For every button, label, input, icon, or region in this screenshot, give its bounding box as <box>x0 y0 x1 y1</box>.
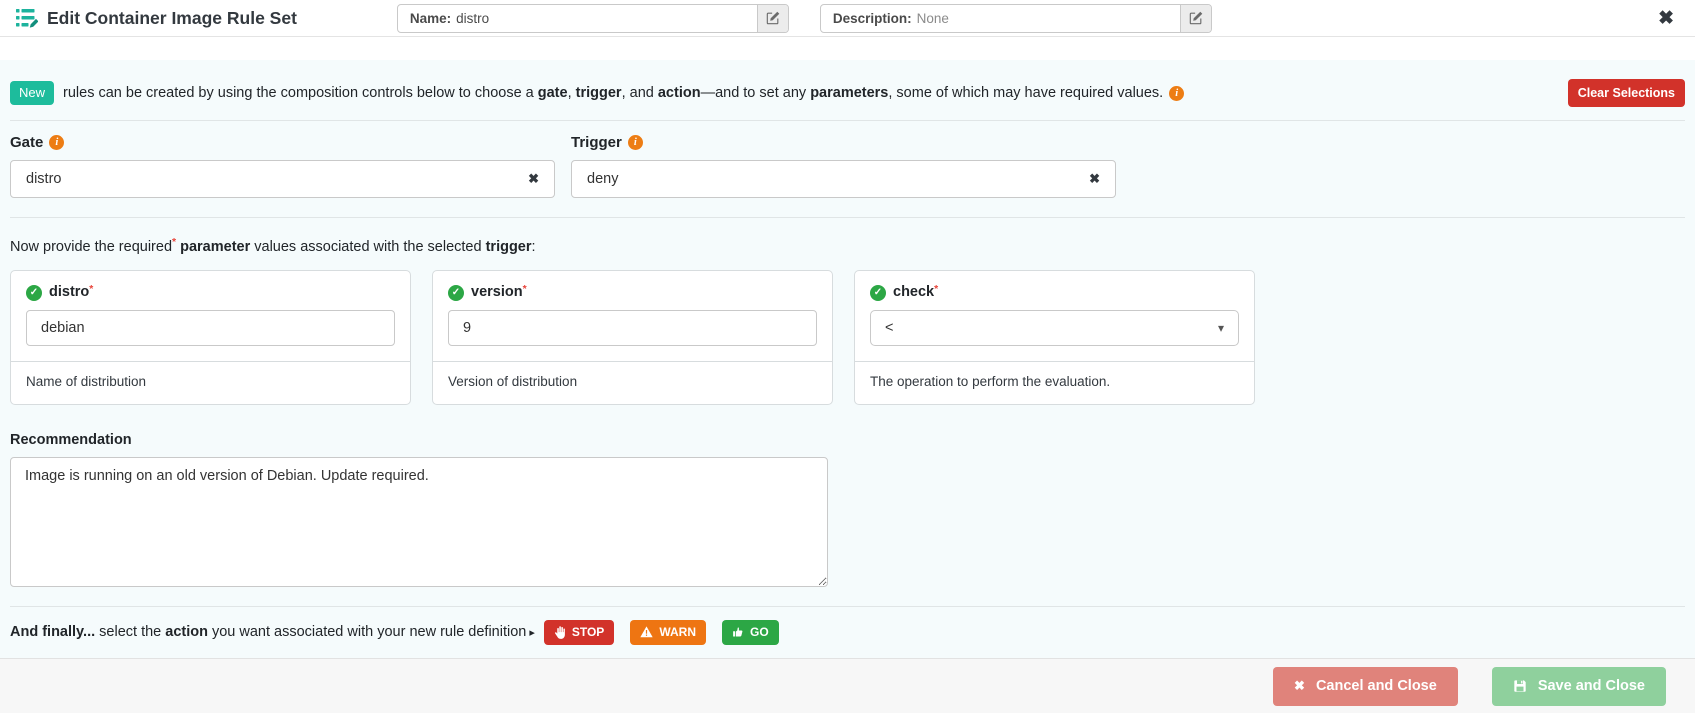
rule-set-edit-icon <box>16 8 38 28</box>
page-title: Edit Container Image Rule Set <box>47 7 297 28</box>
trigger-input[interactable]: deny ✖ <box>571 160 1116 198</box>
rule-set-name-field[interactable]: Name: distro <box>396 3 789 33</box>
parameter-label: distro <box>49 283 90 300</box>
required-asterisk: * <box>934 283 939 295</box>
gate-trigger-row: Gate i distro ✖ Trigger i deny ✖ <box>10 134 1685 198</box>
info-icon[interactable]: i <box>627 135 643 150</box>
cancel-label: Cancel and Close <box>1315 678 1437 694</box>
parameters-intro: Now provide the required* parameter valu… <box>10 237 536 255</box>
trigger-section: Trigger i deny ✖ <box>571 134 1116 198</box>
divider <box>10 605 1685 607</box>
parameter-distro-input[interactable]: debian <box>26 309 395 346</box>
check-circle-icon: ✓ <box>448 284 464 301</box>
parameter-header: ✓ version * <box>448 284 817 301</box>
modal-header: Edit Container Image Rule Set Name: dist… <box>0 0 1695 37</box>
parameter-card-distro: ✓ distro * debian Name of distribution <box>10 269 411 405</box>
action-row: And finally... select the action you wan… <box>10 619 1685 645</box>
go-label: GO <box>750 625 769 640</box>
new-badge: New <box>10 81 55 105</box>
card-body: ✓ version * 9 <box>433 271 832 361</box>
instructions-text: rules can be created by using the compos… <box>63 85 1164 101</box>
parameter-label: version <box>471 283 523 300</box>
name-label: Name: <box>409 10 452 26</box>
instructions-banner: New rules can be created by using the co… <box>10 70 1685 120</box>
modal-footer: ✖ Cancel and Close Save and Close <box>0 658 1695 713</box>
parameter-cards: ✓ distro * debian Name of distribution ✓… <box>10 269 1685 405</box>
trigger-label-row: Trigger i <box>571 134 1116 151</box>
gate-label-row: Gate i <box>10 134 555 151</box>
divider <box>10 120 1685 121</box>
check-circle-icon: ✓ <box>26 284 42 301</box>
hand-stop-icon <box>554 626 566 639</box>
rule-editor-panel: New rules can be created by using the co… <box>0 60 1695 658</box>
action-go-button[interactable]: GO <box>722 619 779 645</box>
description-value: None <box>916 10 949 26</box>
rule-set-description-field[interactable]: Description: None <box>819 3 1212 33</box>
parameter-label: check <box>893 283 935 300</box>
edit-name-button[interactable] <box>756 4 788 32</box>
parameter-card-check: ✓ check * < ▾ The operation to perform t… <box>854 269 1255 405</box>
card-body: ✓ distro * debian <box>11 271 410 361</box>
name-value: distro <box>456 10 490 26</box>
rule-set-description-text: Description: None <box>821 5 1180 32</box>
parameter-description: Version of distribution <box>433 360 832 404</box>
trigger-value: deny <box>587 171 619 187</box>
parameter-value: 9 <box>463 319 472 336</box>
save-and-close-button[interactable]: Save and Close <box>1491 666 1666 706</box>
parameter-value: debian <box>41 319 85 336</box>
parameter-description: The operation to perform the evaluation. <box>855 360 1254 404</box>
save-icon <box>1513 679 1527 693</box>
caret-right-icon: ▸ <box>529 626 535 639</box>
selected-option: < <box>885 319 894 336</box>
parameter-card-version: ✓ version * 9 Version of distribution <box>432 269 833 405</box>
rule-set-name-text: Name: distro <box>398 5 757 32</box>
clear-trigger-icon[interactable]: ✖ <box>1089 171 1100 187</box>
info-icon[interactable]: i <box>49 135 65 150</box>
gate-input[interactable]: distro ✖ <box>10 160 555 198</box>
close-icon[interactable]: ✖ <box>1658 9 1674 28</box>
description-label: Description: <box>832 10 912 26</box>
gate-label: Gate <box>10 134 44 151</box>
save-label: Save and Close <box>1537 678 1645 694</box>
card-body: ✓ check * < ▾ <box>855 271 1254 361</box>
recommendation-textarea[interactable]: Image is running on an old version of De… <box>10 456 828 587</box>
gate-value: distro <box>26 171 62 187</box>
info-icon[interactable]: i <box>1169 85 1185 101</box>
check-circle-icon: ✓ <box>870 284 886 301</box>
parameter-version-input[interactable]: 9 <box>448 309 817 346</box>
warning-icon <box>640 626 653 638</box>
gate-section: Gate i distro ✖ <box>10 134 555 198</box>
edit-icon <box>766 11 780 25</box>
close-icon: ✖ <box>1294 678 1305 693</box>
warn-label: WARN <box>659 625 696 640</box>
clear-selections-button[interactable]: Clear Selections <box>1567 79 1685 107</box>
cancel-and-close-button[interactable]: ✖ Cancel and Close <box>1273 666 1458 706</box>
parameter-header: ✓ check * <box>870 284 1239 301</box>
action-warn-button[interactable]: WARN <box>630 619 706 645</box>
required-asterisk: * <box>89 283 94 295</box>
clear-gate-icon[interactable]: ✖ <box>528 171 539 187</box>
divider <box>10 217 1685 218</box>
parameter-check-select[interactable]: < ▾ <box>870 309 1239 346</box>
stop-label: STOP <box>571 625 605 640</box>
action-stop-button[interactable]: STOP <box>543 619 615 645</box>
thumbs-up-icon <box>732 626 744 638</box>
parameter-header: ✓ distro * <box>26 284 395 301</box>
trigger-label: Trigger <box>571 134 622 151</box>
edit-icon <box>1189 11 1203 25</box>
edit-description-button[interactable] <box>1179 4 1211 32</box>
action-intro: And finally... select the action you wan… <box>10 624 527 641</box>
recommendation-label: Recommendation <box>10 431 132 448</box>
required-asterisk: * <box>522 283 527 295</box>
chevron-down-icon: ▾ <box>1217 320 1224 335</box>
parameter-description: Name of distribution <box>11 360 410 404</box>
